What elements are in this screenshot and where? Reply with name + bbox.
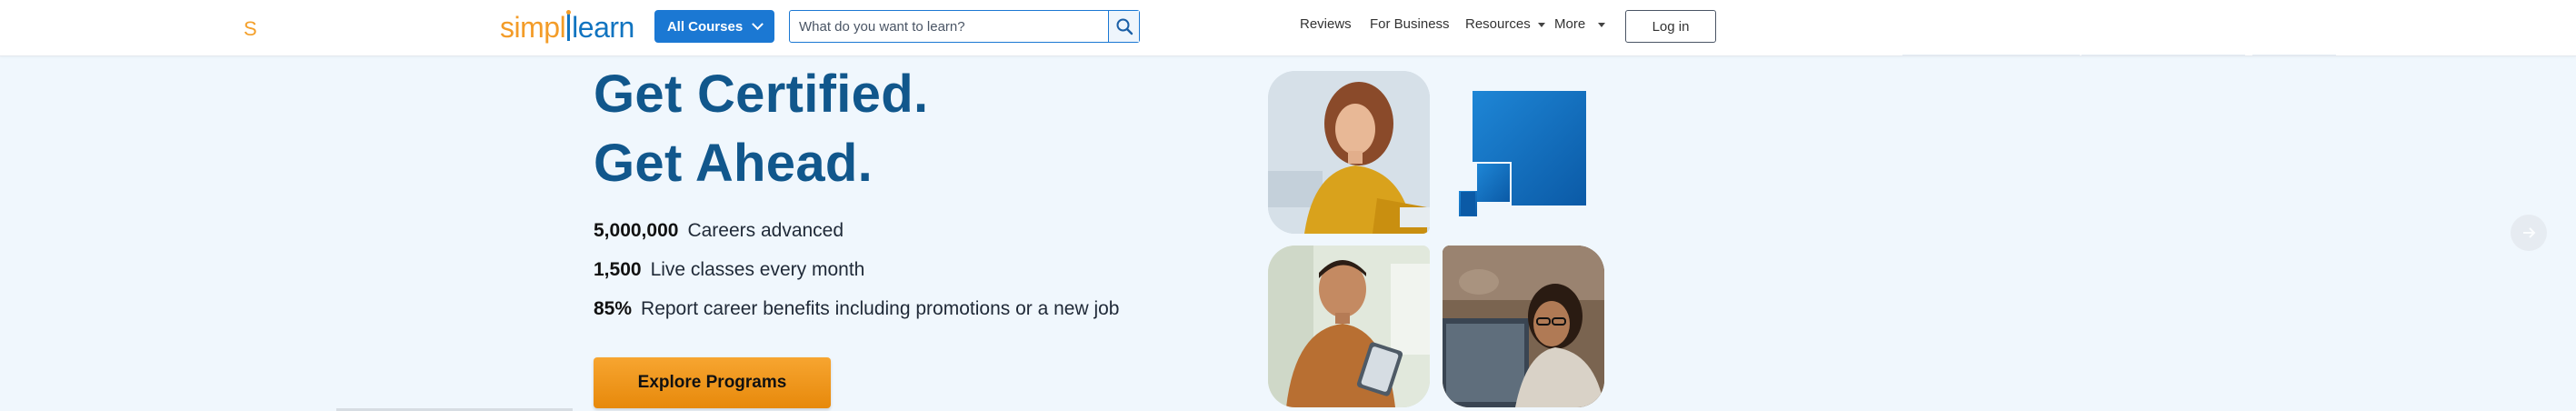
all-courses-label: All Courses — [666, 18, 744, 35]
search-box — [789, 10, 1140, 43]
stat-value: 5,000,000 — [594, 220, 679, 241]
nav-reviews[interactable]: Reviews — [1300, 16, 1352, 32]
stat-value: 1,500 — [594, 259, 642, 280]
nav-resources[interactable]: Resources — [1465, 16, 1545, 32]
explore-programs-button[interactable]: Explore Programs — [594, 357, 831, 408]
simplilearn-logo[interactable]: simpl learn — [500, 9, 634, 45]
hero-title-line2: Get Ahead. — [594, 134, 874, 193]
logo-text-part1: simpl — [500, 10, 566, 44]
stat-text: Report career benefits including promoti… — [641, 298, 1120, 319]
man-with-tablet-photo — [1268, 246, 1430, 407]
stat-career-benefits: 85% Report career benefits including prom… — [594, 298, 1120, 320]
hero-title-line1: Get Certified. — [594, 65, 929, 124]
stat-text: Live classes every month — [650, 259, 865, 280]
woman-at-computer-photo — [1443, 246, 1604, 407]
search-button[interactable] — [1108, 11, 1139, 42]
nav-more-label: More — [1554, 16, 1586, 32]
next-slide-button[interactable] — [2511, 215, 2547, 251]
nav-resources-label: Resources — [1465, 16, 1531, 32]
search-icon — [1116, 18, 1133, 35]
nav-for-business[interactable]: For Business — [1370, 16, 1450, 32]
stat-careers: 5,000,000 Careers advanced — [594, 220, 844, 242]
caret-down-icon — [1598, 22, 1606, 27]
search-input[interactable] — [790, 11, 1108, 42]
nav-more[interactable]: More — [1554, 16, 1606, 32]
brand-letter: S — [244, 17, 257, 40]
stat-live-classes: 1,500 Live classes every month — [594, 259, 864, 281]
brand-blocks-icon — [1459, 91, 1586, 216]
chevron-down-icon — [752, 17, 764, 30]
logo-text-part2: learn — [572, 10, 634, 44]
logo-bar-icon — [566, 10, 572, 41]
smiling-woman-photo — [1268, 71, 1430, 234]
all-courses-button[interactable]: All Courses — [654, 10, 774, 43]
caret-down-icon — [1537, 22, 1545, 27]
stat-value: 85% — [594, 298, 633, 319]
login-button[interactable]: Log in — [1625, 10, 1716, 43]
arrow-right-icon — [2523, 227, 2536, 238]
stat-text: Careers advanced — [687, 220, 844, 241]
site-header: S simpllearn All Courses Reviews For Bus… — [0, 0, 2576, 56]
